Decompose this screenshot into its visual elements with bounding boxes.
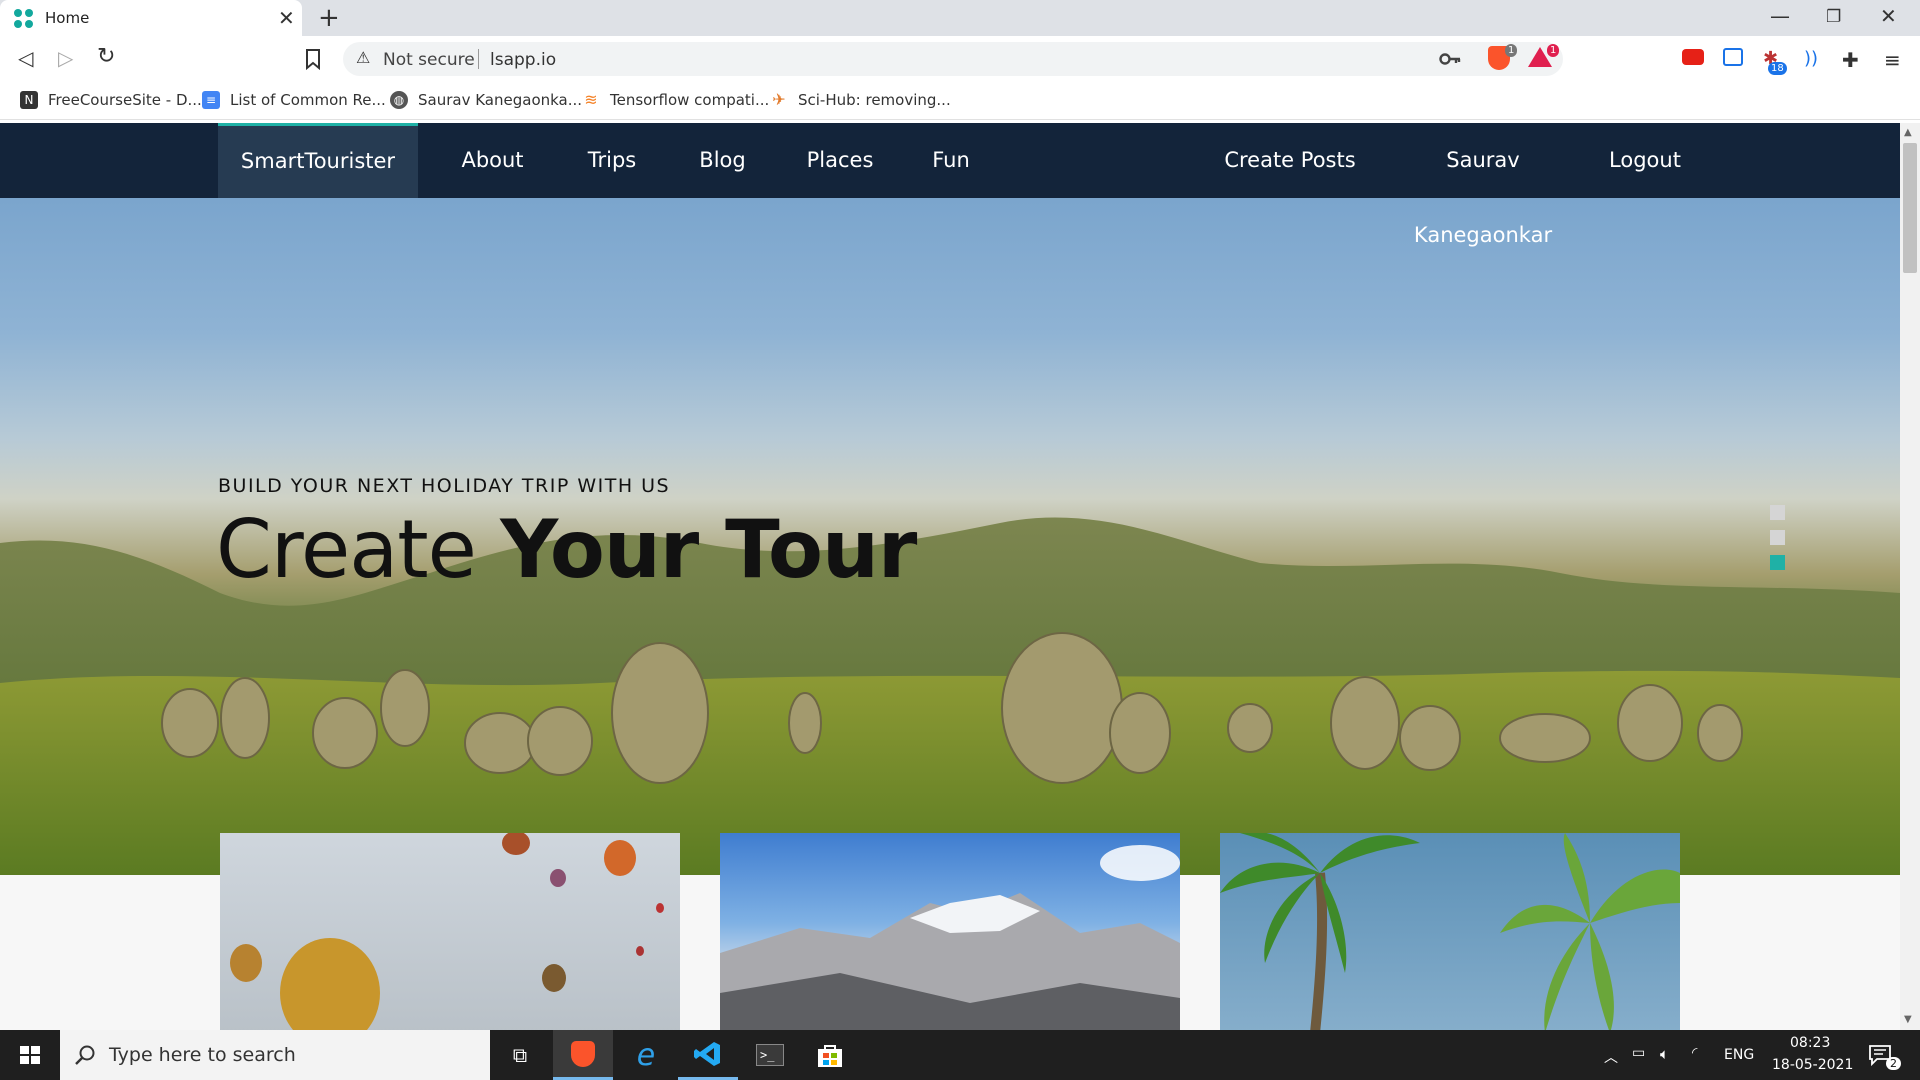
url-text[interactable]: lsapp.io (490, 50, 556, 70)
stackoverflow-icon: ≋ (584, 90, 598, 109)
mountains-image (720, 845, 1180, 1030)
bookmark-icon[interactable] (305, 48, 321, 70)
card-palms[interactable] (1220, 833, 1680, 1030)
bookmark-item[interactable]: N FreeCourseSite - D... (20, 91, 202, 109)
bookmark-label: Sci-Hub: removing... (798, 91, 951, 109)
scroll-up-icon[interactable]: ▲ (1904, 127, 1912, 138)
hero-kicker: BUILD YOUR NEXT HOLIDAY TRIP WITH US (218, 475, 671, 497)
clock-date[interactable]: 18-05-2021 (1772, 1057, 1853, 1073)
bookmark-item[interactable]: ✈ Sci-Hub: removing... (770, 90, 951, 110)
vscode-taskbar-icon[interactable] (678, 1030, 738, 1080)
battery-icon[interactable]: ▭ (1632, 1045, 1645, 1061)
docs-icon: ≡ (202, 91, 220, 109)
hero-section: SmartTourister About Trips Blog Places F… (0, 123, 1900, 875)
slider-dot[interactable] (1770, 505, 1785, 520)
brave-taskbar-icon[interactable] (553, 1030, 613, 1080)
site-navbar: SmartTourister About Trips Blog Places F… (0, 123, 1900, 247)
bookmark-item[interactable]: ◍ Saurav Kanegaonka... (390, 91, 582, 109)
key-icon[interactable] (1439, 52, 1461, 66)
back-icon[interactable]: ◁ (18, 46, 33, 70)
nav-blog[interactable]: Blog (680, 123, 765, 198)
nav-fun[interactable]: Fun (912, 123, 990, 198)
page-viewport: SmartTourister About Trips Blog Places F… (0, 123, 1900, 1030)
new-tab-icon[interactable]: + (318, 3, 340, 33)
card-balloons[interactable] (220, 833, 680, 1030)
terminal-taskbar-icon[interactable]: >_ (740, 1030, 800, 1080)
bookmark-item[interactable]: ≋ Tensorflow compati... (582, 90, 770, 110)
scroll-down-icon[interactable]: ▼ (1904, 1014, 1912, 1025)
scrollbar-thumb[interactable] (1903, 143, 1917, 273)
hero-landscape-image (0, 517, 1900, 875)
palm-trees-image (1220, 833, 1680, 1030)
site-favicon-icon (14, 9, 34, 29)
minimize-icon[interactable]: — (1770, 4, 1790, 28)
close-window-icon[interactable]: ✕ (1880, 4, 1897, 28)
slider-dot[interactable] (1770, 530, 1785, 545)
brand-link[interactable]: SmartTourister (218, 123, 418, 198)
bookmark-label: FreeCourseSite - D... (48, 91, 202, 109)
tab-home[interactable]: Home ✕ (0, 0, 302, 36)
card-mountains[interactable] (720, 833, 1180, 1030)
volume-icon[interactable]: 🔈︎ (1660, 1045, 1669, 1063)
forward-icon[interactable]: ▷ (58, 46, 73, 70)
edge-taskbar-icon[interactable]: e (616, 1030, 676, 1080)
url-divider (478, 49, 479, 69)
bookmark-label: Saurav Kanegaonka... (418, 91, 583, 109)
hero-title-light: Create (216, 503, 477, 596)
nav-logout[interactable]: Logout (1604, 123, 1686, 198)
nav-trips[interactable]: Trips (566, 123, 658, 198)
search-icon (75, 1045, 95, 1065)
restore-icon[interactable]: ❐ (1826, 7, 1841, 27)
notification-count: 2 (1886, 1057, 1901, 1070)
not-secure-label[interactable]: Not secure (383, 50, 475, 70)
tray-chevron-icon[interactable]: ︿ (1604, 1047, 1618, 1067)
reload-icon[interactable]: ↻ (97, 44, 115, 69)
bookmark-label: Tensorflow compati... (610, 91, 770, 109)
hero-title-bold: Your Tour (500, 503, 917, 596)
reader-ext-icon[interactable]: )) (1804, 48, 1818, 69)
network-icon[interactable]: ◜ (1692, 1045, 1697, 1061)
extensions-puzzle-icon[interactable]: ✚ (1842, 48, 1859, 72)
task-view-icon[interactable]: ⧉ (490, 1030, 550, 1080)
store-taskbar-icon[interactable] (800, 1030, 860, 1080)
nav-about[interactable]: About (440, 123, 545, 198)
tab-title: Home (45, 9, 90, 27)
taskbar-search-placeholder[interactable]: Type here to search (109, 1044, 296, 1066)
windows-logo-icon (20, 1046, 40, 1064)
slider-dot-active[interactable] (1770, 555, 1785, 570)
hero-title: Create Your Tour (216, 503, 917, 596)
clock-time[interactable]: 08:23 (1790, 1035, 1830, 1051)
tab-close-icon[interactable]: ✕ (278, 6, 295, 30)
nav-user-profile[interactable]: Saurav Kanegaonkar (1374, 123, 1592, 247)
scihub-icon: ✈ (772, 90, 786, 109)
bookmark-label: List of Common Re... (230, 91, 386, 109)
nav-places[interactable]: Places (790, 123, 890, 198)
nav-create-posts[interactable]: Create Posts (1210, 123, 1370, 198)
screenshot-ext-icon[interactable] (1723, 48, 1743, 66)
language-indicator[interactable]: ENG (1724, 1047, 1754, 1063)
fcs-icon: N (20, 91, 38, 109)
youtube-ext-icon[interactable] (1682, 49, 1704, 65)
balloons-image (230, 833, 664, 1030)
bookmark-item[interactable]: ≡ List of Common Re... (202, 91, 386, 109)
warning-icon[interactable]: ⚠ (356, 48, 370, 67)
menu-icon[interactable]: ≡ (1884, 48, 1901, 72)
start-button[interactable] (0, 1030, 60, 1080)
extension-badge: 18 (1768, 62, 1787, 75)
globe-icon: ◍ (390, 91, 408, 109)
